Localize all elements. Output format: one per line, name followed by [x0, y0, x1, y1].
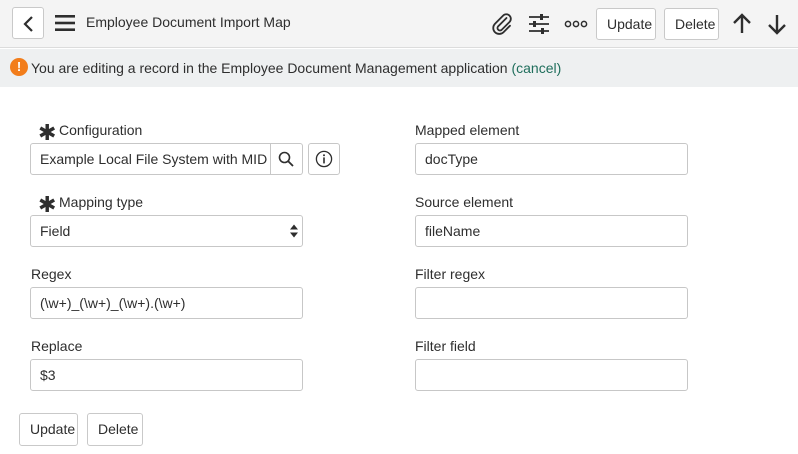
footer-delete-button[interactable]: Delete	[87, 413, 143, 446]
source-element-field[interactable]: fileName	[415, 215, 688, 247]
info-icon	[315, 150, 333, 168]
configuration-field[interactable]: Example Local File System with MID Serv	[30, 143, 271, 175]
arrow-down-icon[interactable]	[765, 12, 789, 36]
configuration-info-button[interactable]	[308, 143, 340, 175]
configuration-label: Configuration	[59, 122, 143, 138]
header-update-button[interactable]: Update	[596, 8, 656, 40]
mapped-element-label: Mapped element	[415, 122, 520, 138]
replace-field[interactable]: $3	[30, 359, 303, 391]
mapping-type-select[interactable]: Field	[30, 215, 303, 247]
page-title: Employee Document Import Map	[86, 14, 291, 30]
source-element-label: Source element	[415, 194, 514, 210]
chevron-left-icon	[23, 16, 33, 32]
header-delete-button[interactable]: Delete	[664, 8, 719, 40]
mapping-type-value: Field	[40, 223, 71, 239]
required-marker: ✱	[38, 192, 57, 217]
footer-update-button[interactable]: Update	[19, 413, 78, 446]
settings-sliders-icon[interactable]	[527, 12, 551, 36]
back-button[interactable]	[12, 7, 44, 39]
notice-app-name: Employee Document Management	[221, 60, 437, 76]
configuration-lookup-button[interactable]	[271, 143, 303, 175]
notice-prefix: You are editing a record in the	[31, 60, 222, 76]
select-arrows-icon	[290, 224, 298, 238]
cancel-link[interactable]: (cancel)	[511, 60, 561, 76]
notice-text: You are editing a record in the Employee…	[31, 60, 561, 76]
regex-field[interactable]: (\w+)_(\w+)_(\w+).(\w+)	[30, 287, 303, 319]
arrow-up-icon[interactable]	[730, 12, 754, 36]
filter-field-label: Filter field	[415, 338, 476, 354]
filter-field-input[interactable]	[415, 359, 688, 391]
menu-icon[interactable]	[55, 14, 75, 32]
mapped-element-field[interactable]: docType	[415, 143, 688, 175]
paperclip-icon[interactable]	[490, 12, 514, 36]
search-icon	[278, 151, 294, 167]
more-options-icon[interactable]	[564, 12, 588, 36]
notice-middle: application	[436, 60, 512, 76]
edit-notice-bar: ! You are editing a record in the Employ…	[0, 49, 798, 87]
required-marker: ✱	[38, 120, 57, 145]
replace-label: Replace	[31, 338, 83, 354]
mapping-type-label: Mapping type	[59, 194, 144, 210]
filter-regex-field[interactable]	[415, 287, 688, 319]
filter-regex-label: Filter regex	[415, 266, 486, 282]
regex-label: Regex	[31, 266, 72, 282]
form-header: Employee Document Import Map Update Dele…	[0, 0, 798, 48]
warning-icon: !	[10, 58, 28, 76]
